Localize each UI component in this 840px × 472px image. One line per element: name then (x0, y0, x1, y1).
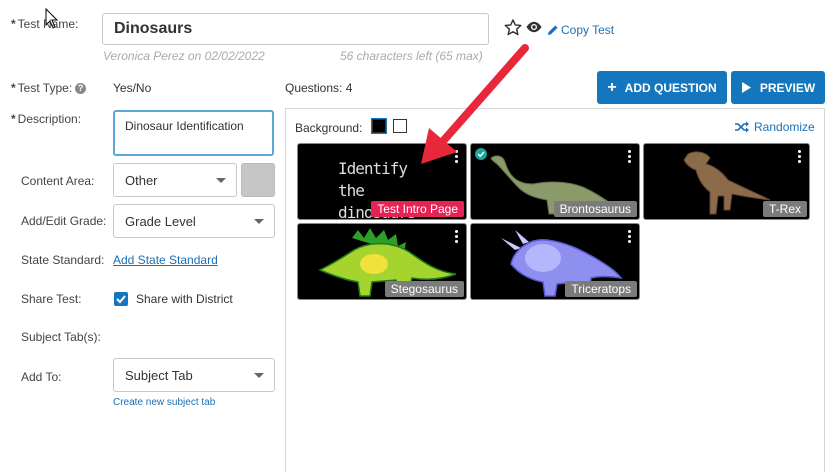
more-options-icon[interactable] (628, 150, 631, 165)
question-label: Brontosaurus (553, 201, 637, 217)
background-dark-option[interactable] (371, 118, 387, 134)
question-label: Stegosaurus (384, 281, 464, 297)
questions-panel: Background: Randomize Identify the dinos… (285, 108, 825, 472)
test-type-label: * Test Type: ? (11, 81, 87, 95)
pencil-icon (548, 25, 558, 35)
star-icon[interactable] (503, 18, 523, 37)
add-to-select[interactable]: Subject Tab (113, 358, 275, 392)
chevron-down-icon (254, 219, 264, 224)
add-to-label: Add To: (21, 370, 62, 384)
more-options-icon[interactable] (798, 150, 801, 165)
share-checkbox-label: Share with District (136, 292, 233, 306)
content-area-select[interactable]: Other (113, 163, 237, 197)
content-area-label: Content Area: (21, 174, 95, 188)
copy-test-link[interactable]: Copy Test (547, 23, 614, 37)
add-question-button[interactable]: + ADD QUESTION (597, 71, 727, 104)
test-name-label: * Test Name: (11, 17, 79, 31)
annotation-arrow-icon (421, 44, 529, 164)
question-card-t-rex[interactable]: T-Rex (643, 143, 810, 220)
subject-tabs-label: Subject Tab(s): (21, 330, 101, 344)
chevron-down-icon (254, 373, 264, 378)
share-checkbox[interactable] (114, 292, 128, 306)
description-label: * Description: (11, 112, 82, 126)
background-label: Background: (295, 121, 363, 135)
randomize-link[interactable]: Randomize (735, 120, 815, 134)
author-line: Veronica Perez on 02/02/2022 (103, 49, 265, 63)
description-textarea[interactable]: Dinosaur Identification (113, 110, 274, 156)
test-type-value: Yes/No (113, 81, 152, 95)
grade-select[interactable]: Grade Level (113, 204, 275, 238)
question-label: Test Intro Page (371, 201, 464, 217)
checkmark-icon (116, 295, 126, 304)
preview-button[interactable]: PREVIEW (731, 71, 825, 104)
create-subject-tab-link[interactable]: Create new subject tab (113, 397, 215, 408)
question-label: Triceratops (565, 281, 637, 297)
help-icon[interactable]: ? (75, 82, 87, 94)
question-label: T-Rex (762, 201, 807, 217)
grade-label: Add/Edit Grade: (21, 214, 107, 228)
shuffle-icon (735, 121, 749, 133)
share-test-label: Share Test: (21, 292, 82, 306)
plus-icon: + (607, 78, 617, 96)
add-state-standard-link[interactable]: Add State Standard (113, 253, 218, 267)
play-icon (741, 82, 751, 93)
more-options-icon[interactable] (455, 230, 458, 245)
more-options-icon[interactable] (628, 230, 631, 245)
content-area-color-swatch[interactable] (241, 163, 275, 197)
question-card-triceratops[interactable]: Triceratops (470, 223, 640, 300)
question-card-stegosaurus[interactable]: Stegosaurus (297, 223, 467, 300)
questions-count: Questions: 4 (285, 81, 353, 95)
chevron-down-icon (216, 178, 226, 183)
eye-icon[interactable] (525, 20, 543, 34)
state-standard-label: State Standard: (21, 253, 105, 267)
